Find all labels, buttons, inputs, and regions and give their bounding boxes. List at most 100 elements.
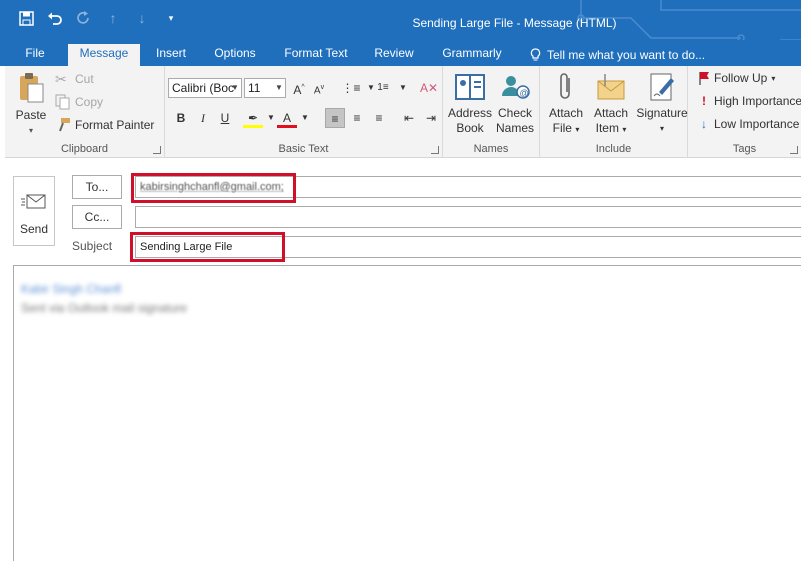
- include-group: Attach File ▾ Attach Item ▾ Signature ▾ …: [540, 66, 688, 158]
- cut-button[interactable]: ✂ Cut: [55, 71, 94, 87]
- follow-up-label: Follow Up: [714, 71, 768, 85]
- include-group-label: Include: [595, 143, 632, 155]
- copy-label: Copy: [75, 95, 104, 109]
- chevron-down-icon: ▼: [231, 83, 239, 92]
- names-group-label: Names: [473, 143, 509, 155]
- window-title: Sending Large File - Message (HTML): [412, 16, 617, 30]
- copy-icon: [55, 94, 71, 110]
- underline-icon[interactable]: U: [215, 108, 235, 128]
- exclamation-icon: !: [702, 94, 706, 108]
- signature-icon: [650, 73, 674, 101]
- tab-message[interactable]: Message: [68, 44, 140, 66]
- subject-value: Sending Large File: [140, 241, 233, 253]
- tab-grammarly[interactable]: Grammarly: [434, 44, 510, 66]
- font-name-combo[interactable]: Calibri (Boc ▼: [168, 78, 242, 98]
- font-color-dropdown-icon[interactable]: ▼: [295, 108, 315, 128]
- grow-font-icon[interactable]: A^: [289, 78, 309, 98]
- address-book-icon: [455, 74, 485, 100]
- check-names-button[interactable]: @ Check Names: [493, 72, 537, 136]
- numbering-icon[interactable]: 1≡: [373, 78, 393, 98]
- names-group: Address Book @ Check Names Names: [443, 66, 540, 158]
- envelope-attach-icon: [597, 74, 625, 100]
- check-names-label-2: Names: [495, 121, 534, 135]
- tell-me-search[interactable]: Tell me what you want to do...: [530, 44, 705, 66]
- attach-file-button[interactable]: Attach File ▾: [544, 72, 588, 137]
- down-arrow-icon: ↓: [701, 117, 707, 131]
- address-book-label-1: Address: [447, 106, 493, 120]
- send-button[interactable]: Send: [13, 176, 55, 246]
- paste-icon: [20, 73, 44, 103]
- send-label: Send: [19, 222, 49, 236]
- subject-field[interactable]: Sending Large File: [135, 236, 801, 258]
- signature-label: Signature: [636, 106, 688, 120]
- decrease-indent-icon[interactable]: ⇤: [399, 108, 419, 128]
- signature-button[interactable]: Signature ▾: [636, 72, 688, 136]
- basic-text-launcher-icon[interactable]: [431, 146, 439, 154]
- basic-text-group-label: Basic Text: [278, 143, 329, 155]
- scissors-icon: ✂: [55, 71, 67, 87]
- increase-indent-icon[interactable]: ⇥: [421, 108, 441, 128]
- attach-file-label-2: File: [552, 121, 572, 135]
- copy-button[interactable]: Copy: [55, 94, 103, 110]
- basic-text-group: Calibri (Boc ▼ 11 ▼ A^ Av ⋮≡ ▼ 1≡ ▼ A✕ B I…: [165, 66, 443, 158]
- tab-options[interactable]: Options: [208, 44, 262, 66]
- paste-label: Paste: [15, 108, 47, 122]
- tags-group: Follow Up ▾ ! High Importance ↓ Low Impor…: [688, 66, 801, 158]
- clear-formatting-icon[interactable]: A✕: [419, 78, 439, 98]
- follow-up-button[interactable]: Follow Up ▾: [698, 71, 775, 85]
- tab-insert[interactable]: Insert: [150, 44, 192, 66]
- high-importance-label: High Importance: [714, 94, 801, 108]
- to-field[interactable]: kabirsinghchanfl@gmail.com;: [135, 176, 801, 198]
- low-importance-button[interactable]: ↓ Low Importance: [698, 117, 799, 131]
- high-importance-button[interactable]: ! High Importance: [698, 94, 801, 108]
- attach-file-label-1: Attach: [548, 106, 584, 120]
- lightbulb-icon: [530, 48, 541, 61]
- font-name-value: Calibri (Boc: [172, 81, 235, 95]
- body-line-2: Sent via Outlook mail signature: [21, 301, 188, 315]
- tab-file[interactable]: File: [20, 44, 50, 66]
- to-recipient[interactable]: kabirsinghchanfl@gmail.com;: [140, 181, 284, 193]
- check-names-label-1: Check: [497, 106, 532, 120]
- font-color-icon[interactable]: A: [277, 108, 297, 128]
- tags-launcher-icon[interactable]: [790, 146, 798, 154]
- font-size-value: 11: [248, 81, 261, 95]
- ribbon-tabs: File Message Insert Options Format Text …: [0, 40, 801, 66]
- body-line-1: Kabir Singh Chanfl: [21, 282, 122, 296]
- paste-button[interactable]: Paste ▾: [11, 72, 51, 138]
- to-button[interactable]: To...: [72, 175, 122, 199]
- tags-group-label: Tags: [732, 143, 757, 155]
- chevron-down-icon: ▼: [275, 83, 283, 92]
- svg-text:@: @: [520, 88, 529, 98]
- paintbrush-icon: [55, 117, 71, 133]
- clipboard-group-label: Clipboard: [60, 143, 109, 155]
- check-names-icon: @: [502, 76, 530, 99]
- tell-me-text: Tell me what you want to do...: [547, 48, 706, 62]
- format-painter-button[interactable]: Format Painter: [55, 117, 154, 133]
- address-book-button[interactable]: Address Book: [447, 72, 493, 136]
- italic-icon[interactable]: I: [193, 108, 213, 128]
- font-size-combo[interactable]: 11 ▼: [244, 78, 286, 98]
- low-importance-label: Low Importance: [714, 117, 800, 131]
- clipboard-group: Paste ▾ ✂ Cut Copy Format Painter Clipbo…: [5, 66, 165, 158]
- attach-item-button[interactable]: Attach Item ▾: [588, 72, 634, 137]
- bullets-icon[interactable]: ⋮≡: [341, 78, 361, 98]
- tab-format-text[interactable]: Format Text: [278, 44, 354, 66]
- highlight-icon[interactable]: ✒: [243, 108, 263, 128]
- paperclip-icon: [560, 73, 570, 99]
- ribbon: Paste ▾ ✂ Cut Copy Format Painter Clipbo…: [5, 66, 801, 158]
- cc-button[interactable]: Cc...: [72, 205, 122, 229]
- align-left-icon[interactable]: ≡: [325, 108, 345, 128]
- align-right-icon[interactable]: ≡: [369, 108, 389, 128]
- shrink-font-icon[interactable]: Av: [309, 78, 329, 98]
- send-envelope-icon: [21, 194, 46, 209]
- bold-icon[interactable]: B: [171, 108, 191, 128]
- align-center-icon[interactable]: ≡: [347, 108, 367, 128]
- numbering-dropdown-icon[interactable]: ▼: [393, 78, 413, 98]
- compose-area: Send To... kabirsinghchanfl@gmail.com; C…: [5, 158, 801, 561]
- clipboard-launcher-icon[interactable]: [153, 146, 161, 154]
- tab-review[interactable]: Review: [368, 44, 420, 66]
- address-book-label-2: Book: [456, 121, 484, 135]
- attach-item-label-2: Item: [595, 121, 619, 135]
- cc-field[interactable]: [135, 206, 801, 228]
- flag-icon: [699, 72, 709, 85]
